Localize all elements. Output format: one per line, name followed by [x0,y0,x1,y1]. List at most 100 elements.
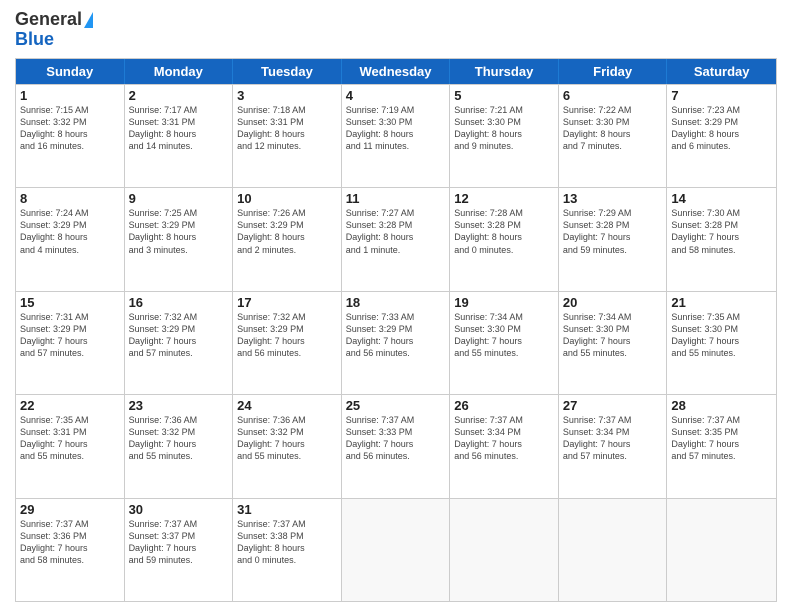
day-number: 7 [671,88,772,103]
day-number: 11 [346,191,446,206]
sun-info: Sunrise: 7:24 AMSunset: 3:29 PMDaylight:… [20,207,120,256]
day-number: 30 [129,502,229,517]
day-number: 29 [20,502,120,517]
day-number: 27 [563,398,663,413]
sun-info: Sunrise: 7:31 AMSunset: 3:29 PMDaylight:… [20,311,120,360]
sun-info: Sunrise: 7:25 AMSunset: 3:29 PMDaylight:… [129,207,229,256]
calendar-cell: 19Sunrise: 7:34 AMSunset: 3:30 PMDayligh… [450,292,559,394]
calendar-header-day: Wednesday [342,59,451,84]
calendar-cell [450,499,559,601]
sun-info: Sunrise: 7:26 AMSunset: 3:29 PMDaylight:… [237,207,337,256]
calendar-cell: 22Sunrise: 7:35 AMSunset: 3:31 PMDayligh… [16,395,125,497]
calendar-row: 15Sunrise: 7:31 AMSunset: 3:29 PMDayligh… [16,291,776,394]
calendar-cell: 4Sunrise: 7:19 AMSunset: 3:30 PMDaylight… [342,85,451,187]
sun-info: Sunrise: 7:35 AMSunset: 3:30 PMDaylight:… [671,311,772,360]
calendar-cell: 14Sunrise: 7:30 AMSunset: 3:28 PMDayligh… [667,188,776,290]
calendar-header-day: Tuesday [233,59,342,84]
calendar-cell: 10Sunrise: 7:26 AMSunset: 3:29 PMDayligh… [233,188,342,290]
day-number: 26 [454,398,554,413]
calendar-row: 1Sunrise: 7:15 AMSunset: 3:32 PMDaylight… [16,84,776,187]
calendar-cell: 1Sunrise: 7:15 AMSunset: 3:32 PMDaylight… [16,85,125,187]
sun-info: Sunrise: 7:21 AMSunset: 3:30 PMDaylight:… [454,104,554,153]
sun-info: Sunrise: 7:15 AMSunset: 3:32 PMDaylight:… [20,104,120,153]
logo-text: General [15,10,93,30]
day-number: 9 [129,191,229,206]
calendar-cell: 29Sunrise: 7:37 AMSunset: 3:36 PMDayligh… [16,499,125,601]
sun-info: Sunrise: 7:36 AMSunset: 3:32 PMDaylight:… [129,414,229,463]
calendar-cell: 13Sunrise: 7:29 AMSunset: 3:28 PMDayligh… [559,188,668,290]
sun-info: Sunrise: 7:19 AMSunset: 3:30 PMDaylight:… [346,104,446,153]
calendar-row: 22Sunrise: 7:35 AMSunset: 3:31 PMDayligh… [16,394,776,497]
sun-info: Sunrise: 7:23 AMSunset: 3:29 PMDaylight:… [671,104,772,153]
calendar-cell: 16Sunrise: 7:32 AMSunset: 3:29 PMDayligh… [125,292,234,394]
sun-info: Sunrise: 7:30 AMSunset: 3:28 PMDaylight:… [671,207,772,256]
day-number: 17 [237,295,337,310]
calendar-header: SundayMondayTuesdayWednesdayThursdayFrid… [16,59,776,84]
calendar-cell: 26Sunrise: 7:37 AMSunset: 3:34 PMDayligh… [450,395,559,497]
sun-info: Sunrise: 7:28 AMSunset: 3:28 PMDaylight:… [454,207,554,256]
header: General Blue [15,10,777,50]
calendar-cell: 24Sunrise: 7:36 AMSunset: 3:32 PMDayligh… [233,395,342,497]
day-number: 16 [129,295,229,310]
day-number: 8 [20,191,120,206]
calendar-cell: 21Sunrise: 7:35 AMSunset: 3:30 PMDayligh… [667,292,776,394]
sun-info: Sunrise: 7:37 AMSunset: 3:34 PMDaylight:… [454,414,554,463]
day-number: 23 [129,398,229,413]
calendar-cell: 6Sunrise: 7:22 AMSunset: 3:30 PMDaylight… [559,85,668,187]
calendar-cell: 20Sunrise: 7:34 AMSunset: 3:30 PMDayligh… [559,292,668,394]
day-number: 15 [20,295,120,310]
day-number: 13 [563,191,663,206]
day-number: 5 [454,88,554,103]
day-number: 20 [563,295,663,310]
sun-info: Sunrise: 7:36 AMSunset: 3:32 PMDaylight:… [237,414,337,463]
day-number: 2 [129,88,229,103]
day-number: 25 [346,398,446,413]
day-number: 18 [346,295,446,310]
calendar-body: 1Sunrise: 7:15 AMSunset: 3:32 PMDaylight… [16,84,776,601]
sun-info: Sunrise: 7:29 AMSunset: 3:28 PMDaylight:… [563,207,663,256]
calendar-header-day: Saturday [667,59,776,84]
sun-info: Sunrise: 7:35 AMSunset: 3:31 PMDaylight:… [20,414,120,463]
sun-info: Sunrise: 7:37 AMSunset: 3:37 PMDaylight:… [129,518,229,567]
calendar-cell: 3Sunrise: 7:18 AMSunset: 3:31 PMDaylight… [233,85,342,187]
calendar-row: 29Sunrise: 7:37 AMSunset: 3:36 PMDayligh… [16,498,776,601]
calendar-cell: 9Sunrise: 7:25 AMSunset: 3:29 PMDaylight… [125,188,234,290]
calendar-row: 8Sunrise: 7:24 AMSunset: 3:29 PMDaylight… [16,187,776,290]
sun-info: Sunrise: 7:37 AMSunset: 3:38 PMDaylight:… [237,518,337,567]
calendar-cell [342,499,451,601]
day-number: 31 [237,502,337,517]
sun-info: Sunrise: 7:37 AMSunset: 3:34 PMDaylight:… [563,414,663,463]
day-number: 22 [20,398,120,413]
page: General Blue SundayMondayTuesdayWednesda… [0,0,792,612]
calendar-cell: 23Sunrise: 7:36 AMSunset: 3:32 PMDayligh… [125,395,234,497]
calendar-cell: 30Sunrise: 7:37 AMSunset: 3:37 PMDayligh… [125,499,234,601]
calendar-cell: 27Sunrise: 7:37 AMSunset: 3:34 PMDayligh… [559,395,668,497]
calendar: SundayMondayTuesdayWednesdayThursdayFrid… [15,58,777,602]
calendar-header-day: Monday [125,59,234,84]
day-number: 12 [454,191,554,206]
day-number: 21 [671,295,772,310]
day-number: 28 [671,398,772,413]
calendar-cell: 11Sunrise: 7:27 AMSunset: 3:28 PMDayligh… [342,188,451,290]
calendar-cell: 8Sunrise: 7:24 AMSunset: 3:29 PMDaylight… [16,188,125,290]
day-number: 24 [237,398,337,413]
calendar-cell: 2Sunrise: 7:17 AMSunset: 3:31 PMDaylight… [125,85,234,187]
sun-info: Sunrise: 7:22 AMSunset: 3:30 PMDaylight:… [563,104,663,153]
sun-info: Sunrise: 7:33 AMSunset: 3:29 PMDaylight:… [346,311,446,360]
day-number: 1 [20,88,120,103]
sun-info: Sunrise: 7:17 AMSunset: 3:31 PMDaylight:… [129,104,229,153]
calendar-cell: 17Sunrise: 7:32 AMSunset: 3:29 PMDayligh… [233,292,342,394]
sun-info: Sunrise: 7:32 AMSunset: 3:29 PMDaylight:… [129,311,229,360]
logo: General Blue [15,10,93,50]
sun-info: Sunrise: 7:34 AMSunset: 3:30 PMDaylight:… [454,311,554,360]
calendar-cell: 7Sunrise: 7:23 AMSunset: 3:29 PMDaylight… [667,85,776,187]
sun-info: Sunrise: 7:27 AMSunset: 3:28 PMDaylight:… [346,207,446,256]
sun-info: Sunrise: 7:37 AMSunset: 3:33 PMDaylight:… [346,414,446,463]
calendar-header-day: Sunday [16,59,125,84]
calendar-cell: 5Sunrise: 7:21 AMSunset: 3:30 PMDaylight… [450,85,559,187]
calendar-cell: 12Sunrise: 7:28 AMSunset: 3:28 PMDayligh… [450,188,559,290]
day-number: 3 [237,88,337,103]
calendar-header-day: Thursday [450,59,559,84]
calendar-cell: 28Sunrise: 7:37 AMSunset: 3:35 PMDayligh… [667,395,776,497]
logo-line2: Blue [15,30,54,50]
